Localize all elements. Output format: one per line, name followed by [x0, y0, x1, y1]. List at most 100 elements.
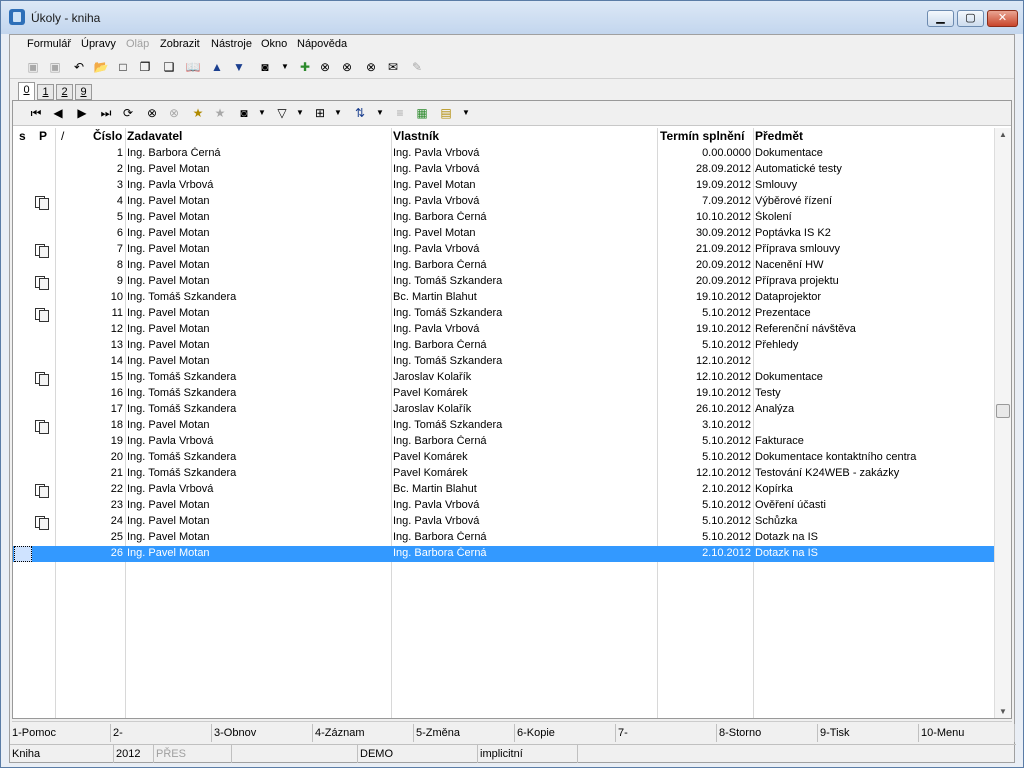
columns-icon[interactable]: ⊞: [311, 104, 329, 122]
table-row[interactable]: 25 Ing. Pavel Motan Ing. Barbora Černá 5.10…: [13, 530, 994, 546]
table-row[interactable]: 6 Ing. Pavel Motan Ing. Pavel Motan 30.09.2…: [13, 226, 994, 242]
table-row[interactable]: 3 Ing. Pavla Vrbová Ing. Pavel Motan 19.09.…: [13, 178, 994, 194]
table-row[interactable]: 9 Ing. Pavel Motan Ing. Tomáš Szkandera 20.…: [13, 274, 994, 290]
function-key-2[interactable]: 2-: [111, 724, 212, 742]
undo-icon[interactable]: ↶: [70, 58, 88, 76]
dropdown-icon[interactable]: ▼: [253, 104, 271, 122]
scroll-down-icon[interactable]: ▼: [999, 707, 1007, 716]
prev-record-icon[interactable]: ◀: [49, 104, 67, 122]
minimize-button[interactable]: ▁: [927, 10, 954, 27]
function-key-7[interactable]: 7-: [616, 724, 717, 742]
add-star-icon[interactable]: ★: [189, 104, 207, 122]
scroll-up-icon[interactable]: ▲: [999, 130, 1007, 139]
table-row[interactable]: 11 Ing. Pavel Motan Ing. Tomáš Szkandera 5.…: [13, 306, 994, 322]
refresh-icon[interactable]: ⟳: [119, 104, 137, 122]
table-row[interactable]: 20 Ing. Tomáš Szkandera Pavel Komárek 5.10.…: [13, 450, 994, 466]
find-next-icon[interactable]: ⊗: [338, 58, 356, 76]
next-record-icon[interactable]: ▶: [73, 104, 91, 122]
close-button[interactable]: ✕: [987, 10, 1018, 27]
table-row[interactable]: 17 Ing. Tomáš Szkandera Jaroslav Kolařík 26…: [13, 402, 994, 418]
arrow-down-icon[interactable]: ▼: [230, 58, 248, 76]
function-key-9[interactable]: 9-Tisk: [818, 724, 919, 742]
column-header-p[interactable]: P: [39, 129, 47, 143]
cell-termin: 5.10.2012: [702, 339, 751, 351]
title-bar[interactable]: Úkoly - kniha ▁ ▢ ✕: [1, 1, 1023, 34]
function-key-3[interactable]: 3-Obnov: [212, 724, 313, 742]
table-row[interactable]: 12 Ing. Pavel Motan Ing. Pavla Vrbová 19.10…: [13, 322, 994, 338]
table-row[interactable]: 14 Ing. Pavel Motan Ing. Tomáš Szkandera 12…: [13, 354, 994, 370]
tab-0[interactable]: 0: [18, 82, 35, 100]
table-row[interactable]: 4 Ing. Pavel Motan Ing. Pavla Vrbová 7.09.2…: [13, 194, 994, 210]
vertical-scrollbar[interactable]: ▲ ▼: [994, 128, 1011, 718]
table-row[interactable]: 21 Ing. Tomáš Szkandera Pavel Komárek 12.10…: [13, 466, 994, 482]
paste-icon[interactable]: ❑: [160, 58, 178, 76]
table-row[interactable]: 15 Ing. Tomáš Szkandera Jaroslav Kolařík 12…: [13, 370, 994, 386]
report-icon[interactable]: ▤: [437, 104, 455, 122]
function-key-8[interactable]: 8-Storno: [717, 724, 818, 742]
search-icon[interactable]: ⊗: [143, 104, 161, 122]
column-header-termin[interactable]: Termín splnění: [660, 129, 744, 143]
column-header-predmet[interactable]: Předmět: [755, 129, 803, 143]
copy-icon[interactable]: ❐: [136, 58, 154, 76]
open-folder-icon[interactable]: 📂: [92, 58, 110, 76]
dropdown-icon[interactable]: ▼: [291, 104, 309, 122]
column-header-zadavatel[interactable]: Zadavatel: [127, 129, 182, 143]
function-key-6[interactable]: 6-Kopie: [515, 724, 616, 742]
table-row[interactable]: 5 Ing. Pavel Motan Ing. Barbora Černá 10.10…: [13, 210, 994, 226]
first-record-icon[interactable]: ⏮: [27, 104, 45, 122]
mail-icon[interactable]: ✉: [384, 58, 402, 76]
menu-zobrazit[interactable]: Zobrazit: [160, 38, 200, 50]
filter-icon[interactable]: ▽: [273, 104, 291, 122]
dropdown-icon[interactable]: ▼: [457, 104, 475, 122]
camera-icon[interactable]: ◙: [256, 58, 274, 76]
menu-napoveda[interactable]: Nápověda: [297, 38, 347, 50]
filter-icon[interactable]: ✚: [296, 58, 314, 76]
tab-9[interactable]: 9: [75, 84, 92, 100]
dropdown-icon[interactable]: ▼: [329, 104, 347, 122]
function-key-1[interactable]: 1-Pomoc: [10, 724, 111, 742]
table-row[interactable]: 18 Ing. Pavel Motan Ing. Tomáš Szkandera 3.…: [13, 418, 994, 434]
excel-icon[interactable]: ▦: [413, 104, 431, 122]
table-row[interactable]: 24 Ing. Pavel Motan Ing. Pavla Vrbová 5.10.…: [13, 514, 994, 530]
last-record-icon[interactable]: ⏭: [97, 104, 115, 122]
menu-okno[interactable]: Okno: [261, 38, 287, 50]
scroll-thumb[interactable]: [996, 404, 1010, 418]
dropdown-icon[interactable]: ▼: [276, 58, 294, 76]
table-row[interactable]: 16 Ing. Tomáš Szkandera Pavel Komárek 19.10…: [13, 386, 994, 402]
table-row[interactable]: 8 Ing. Pavel Motan Ing. Barbora Černá 20.09…: [13, 258, 994, 274]
book-icon[interactable]: 📖: [184, 58, 202, 76]
function-key-5[interactable]: 5-Změna: [414, 724, 515, 742]
column-header-vlastnik[interactable]: Vlastník: [393, 129, 439, 143]
table-row[interactable]: 23 Ing. Pavel Motan Ing. Pavla Vrbová 5.10.…: [13, 498, 994, 514]
table-row[interactable]: 26 Ing. Pavel Motan Ing. Barbora Černá 2.10…: [13, 546, 994, 562]
binoculars-icon[interactable]: ⊗: [316, 58, 334, 76]
sort-icon[interactable]: ⇅: [351, 104, 369, 122]
column-header-cislo[interactable]: Číslo: [93, 129, 122, 143]
table-row[interactable]: 2 Ing. Pavel Motan Ing. Pavla Vrbová 28.09.…: [13, 162, 994, 178]
table-row[interactable]: 7 Ing. Pavel Motan Ing. Pavla Vrbová 21.09.…: [13, 242, 994, 258]
table-row[interactable]: 10 Ing. Tomáš Szkandera Bc. Martin Blahut 1…: [13, 290, 994, 306]
dropdown-icon[interactable]: ▼: [371, 104, 389, 122]
main-toolbar: ▣ ▣ ↶ 📂 □ ❐ ❑ 📖 ▲ ▼ ◙ ▼ ✚ ⊗ ⊗ ⊗ ✉ ✎: [10, 55, 1014, 79]
find-prev-icon[interactable]: ⊗: [362, 58, 380, 76]
camera-icon[interactable]: ◙: [235, 104, 253, 122]
tab-2[interactable]: 2: [56, 84, 73, 100]
save-all-icon[interactable]: ▣: [46, 58, 64, 76]
table-row[interactable]: 13 Ing. Pavel Motan Ing. Barbora Černá 5.10…: [13, 338, 994, 354]
arrow-up-icon[interactable]: ▲: [208, 58, 226, 76]
table-row[interactable]: 22 Ing. Pavla Vrbová Bc. Martin Blahut 2.10…: [13, 482, 994, 498]
function-key-4[interactable]: 4-Záznam: [313, 724, 414, 742]
column-header-s[interactable]: s: [19, 129, 26, 143]
edit-icon[interactable]: ✎: [408, 58, 426, 76]
column-header-sort[interactable]: /: [61, 129, 64, 143]
new-document-icon[interactable]: □: [114, 58, 132, 76]
tab-1[interactable]: 1: [37, 84, 54, 100]
menu-formular[interactable]: Formulář: [27, 38, 71, 50]
function-key-10[interactable]: 10-Menu: [919, 724, 1015, 742]
table-row[interactable]: 1 Ing. Barbora Černá Ing. Pavla Vrbová 0.00…: [13, 146, 994, 162]
save-icon[interactable]: ▣: [24, 58, 42, 76]
menu-upravy[interactable]: Úpravy: [81, 38, 116, 50]
table-row[interactable]: 19 Ing. Pavla Vrbová Ing. Barbora Černá 5.1…: [13, 434, 994, 450]
menu-nastroje[interactable]: Nástroje: [211, 38, 252, 50]
maximize-button[interactable]: ▢: [957, 10, 984, 27]
